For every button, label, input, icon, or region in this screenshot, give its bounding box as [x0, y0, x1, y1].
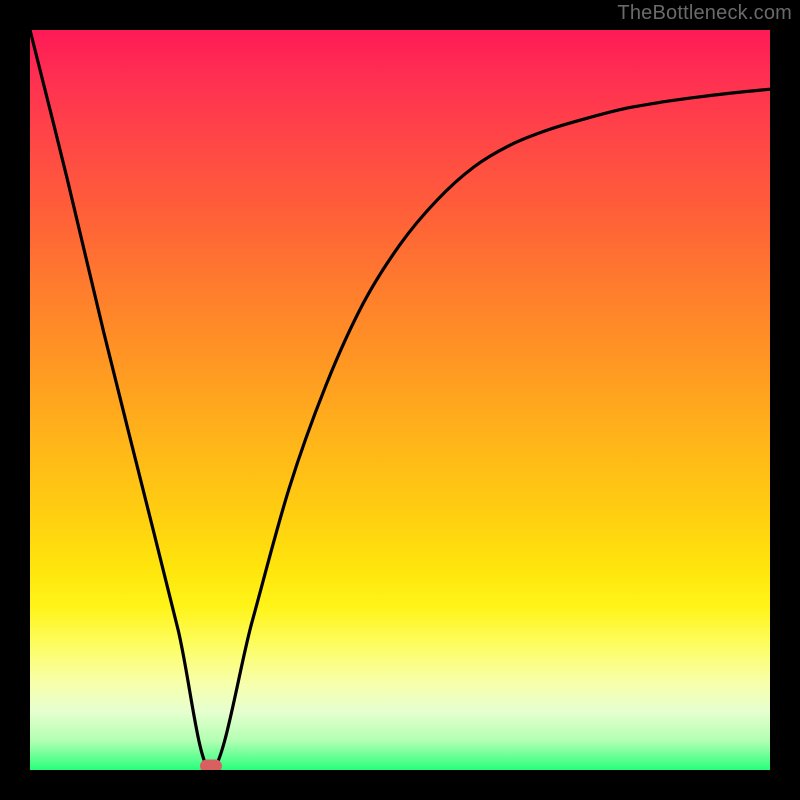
- chart-frame: TheBottleneck.com: [0, 0, 800, 800]
- curve-svg: [30, 30, 770, 770]
- bottleneck-curve-path: [30, 30, 770, 770]
- plot-area: [30, 30, 770, 770]
- optimal-marker: [200, 760, 222, 770]
- watermark-text: TheBottleneck.com: [617, 2, 792, 25]
